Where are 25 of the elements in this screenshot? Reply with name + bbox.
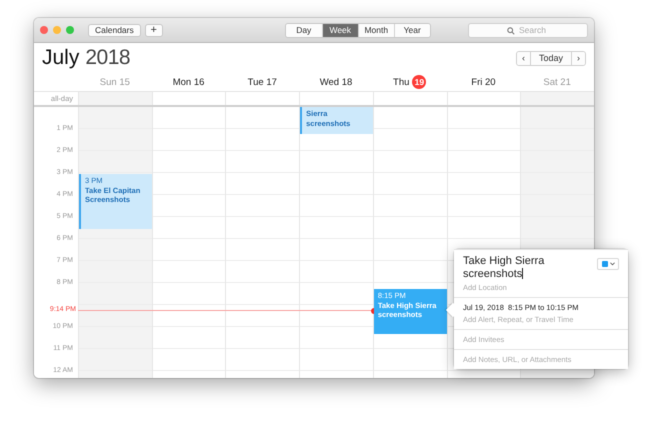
day-header[interactable]: Fri 20 xyxy=(471,76,496,88)
all-day-cell[interactable] xyxy=(520,92,594,105)
day-header[interactable]: Wed 18 xyxy=(320,76,352,88)
day-header[interactable]: Thu xyxy=(393,76,410,88)
view-tab[interactable]: Day xyxy=(286,24,322,36)
view-tab[interactable]: Year xyxy=(394,24,430,36)
close-button[interactable] xyxy=(40,26,48,34)
event-title-field[interactable]: Take High Sierra screenshots xyxy=(463,255,583,280)
all-day-cell[interactable] xyxy=(78,92,152,105)
today-date-badge: 19 xyxy=(412,75,426,89)
view-tab[interactable]: Month xyxy=(358,24,394,36)
calendar-color-picker[interactable] xyxy=(597,258,619,270)
day-header[interactable]: Mon 16 xyxy=(172,76,204,88)
add-button[interactable]: + xyxy=(144,24,163,36)
zoom-button[interactable] xyxy=(66,26,74,34)
day-header[interactable]: Tue 17 xyxy=(248,76,277,88)
minimize-button[interactable] xyxy=(53,26,61,34)
month-title: July xyxy=(42,46,80,70)
calendars-button[interactable]: Calendars xyxy=(88,24,141,36)
search-icon xyxy=(507,26,515,34)
today-button[interactable]: Today xyxy=(530,52,572,64)
view-tab[interactable]: Week xyxy=(322,24,358,36)
year-title: 2018 xyxy=(85,46,130,70)
search-field[interactable]: Search xyxy=(468,22,588,38)
chevron-icon xyxy=(610,262,614,266)
